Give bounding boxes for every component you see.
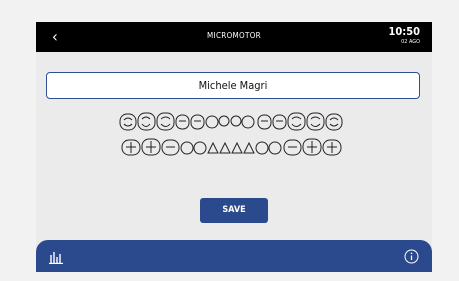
odontogram[interactable] [116,110,352,180]
save-button[interactable]: SAVE [200,198,268,223]
clock-date: 02 AGO [401,39,420,45]
device-screen: ‹ MICROMOTOR 10:50 02 AGO Michele Magri [36,22,432,272]
top-bar: ‹ MICROMOTOR 10:50 02 AGO [36,22,432,52]
clock-time: 10:50 [388,25,420,38]
lower-arch[interactable] [121,138,342,156]
page-title: MICROMOTOR [207,31,261,40]
patient-name-field[interactable]: Michele Magri [46,72,420,99]
upper-arch[interactable] [119,112,343,131]
info-icon[interactable] [404,249,419,264]
bottom-bar [36,240,432,272]
bar-chart-icon[interactable] [49,250,63,264]
